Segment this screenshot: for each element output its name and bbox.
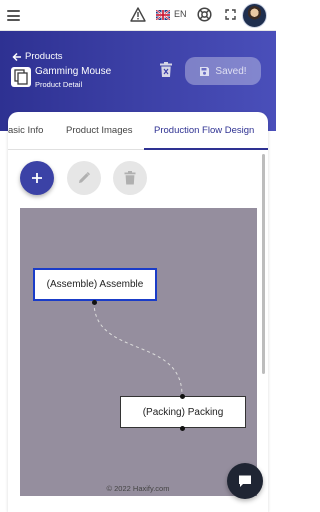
pencil-icon bbox=[79, 171, 91, 183]
warning-icon[interactable] bbox=[130, 7, 146, 22]
add-step-button[interactable] bbox=[20, 161, 54, 195]
user-avatar[interactable] bbox=[242, 3, 267, 28]
back-to-products-link[interactable]: Products bbox=[12, 51, 63, 62]
node-output-handle[interactable] bbox=[91, 299, 97, 305]
delete-product-icon[interactable] bbox=[159, 62, 173, 78]
flow-node-label: (Assemble) Assemble bbox=[46, 279, 144, 290]
arrow-left-icon bbox=[12, 52, 21, 61]
product-subtitle: Product Detail bbox=[35, 80, 83, 89]
trash-icon bbox=[124, 171, 136, 185]
node-input-handle[interactable] bbox=[179, 393, 185, 399]
node-output-handle[interactable] bbox=[179, 425, 185, 431]
flow-node-label: (Packing) Packing bbox=[142, 406, 224, 418]
delete-step-button[interactable] bbox=[113, 161, 147, 195]
fullscreen-icon[interactable] bbox=[225, 9, 236, 20]
flow-node-packing[interactable]: (Packing) Packing bbox=[120, 396, 246, 428]
tab-production-flow-design[interactable]: Production Flow Design bbox=[154, 125, 254, 136]
saved-label: Saved! bbox=[215, 65, 247, 77]
saved-button[interactable]: Saved! bbox=[185, 57, 261, 85]
language-label[interactable]: EN bbox=[174, 9, 187, 19]
chat-button[interactable] bbox=[227, 463, 263, 499]
tab-bar: asic Info Product Images Production Flow… bbox=[8, 112, 268, 150]
plus-icon bbox=[32, 173, 42, 183]
top-bar: EN bbox=[0, 0, 276, 31]
product-name: Gamming Mouse bbox=[35, 66, 112, 77]
back-link-label: Products bbox=[25, 51, 63, 62]
flow-connector bbox=[93, 301, 183, 396]
tab-product-images[interactable]: Product Images bbox=[66, 125, 133, 136]
tab-basic-info[interactable]: asic Info bbox=[8, 125, 43, 136]
chat-bubble-icon bbox=[239, 475, 251, 487]
flow-canvas[interactable]: (Assemble) Assemble (Packing) Packing bbox=[20, 208, 257, 496]
product-icon bbox=[11, 67, 31, 87]
scrollbar[interactable] bbox=[262, 154, 265, 374]
uk-flag-icon[interactable] bbox=[156, 10, 170, 20]
active-tab-indicator bbox=[144, 148, 268, 150]
menu-icon[interactable] bbox=[7, 10, 20, 21]
help-lifebuoy-icon[interactable] bbox=[197, 7, 212, 22]
save-icon bbox=[200, 66, 210, 76]
flow-node-assemble[interactable]: (Assemble) Assemble bbox=[33, 268, 157, 301]
edit-step-button[interactable] bbox=[67, 161, 101, 195]
main-card: asic Info Product Images Production Flow… bbox=[8, 112, 268, 512]
